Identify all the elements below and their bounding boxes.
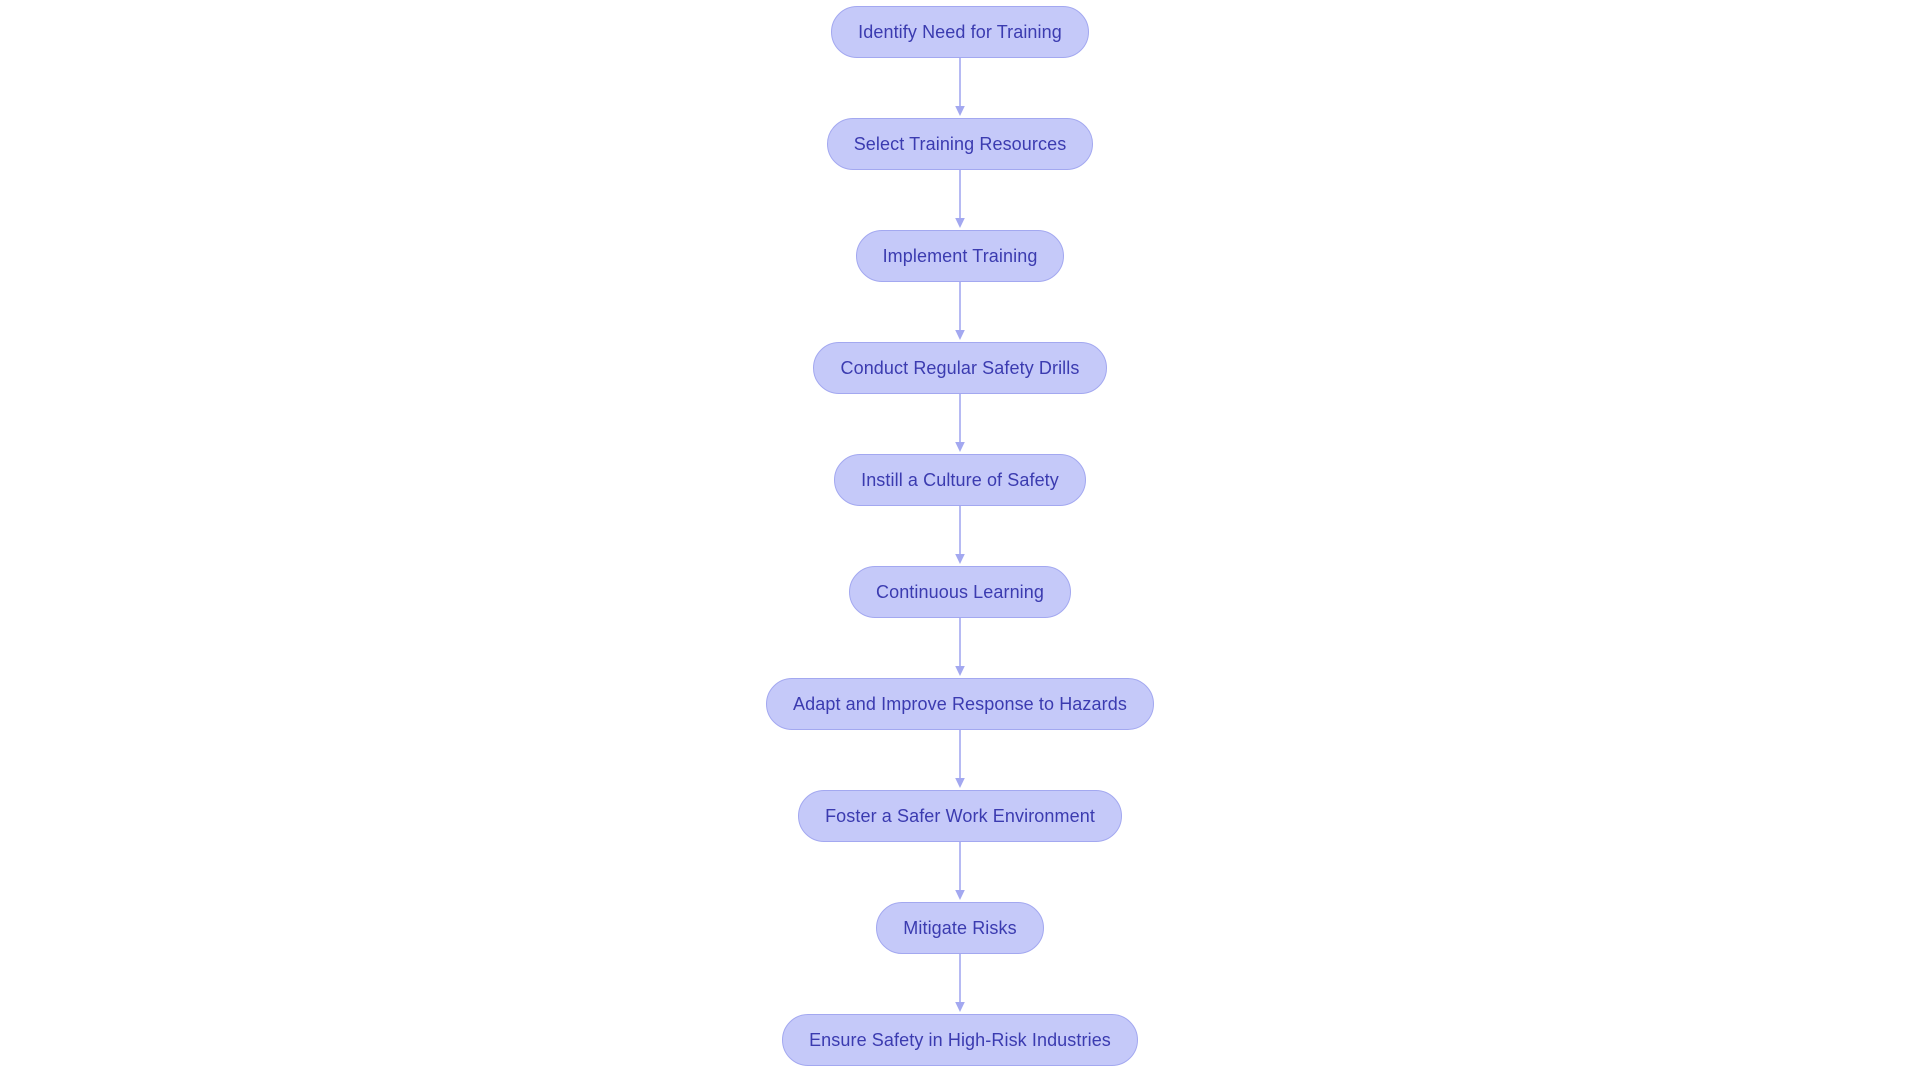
flow-arrow-adapt-and-improve-response-to-hazards-to-foster-a-safer-work-environment — [955, 730, 965, 788]
flow-node-foster-a-safer-work-environment[interactable]: Foster a Safer Work Environment — [798, 790, 1122, 842]
flowchart-canvas: Identify Need for Training Select Trainin… — [0, 0, 1920, 1080]
flow-arrow-foster-a-safer-work-environment-to-mitigate-risks — [955, 842, 965, 900]
flow-node-adapt-and-improve-response-to-hazards[interactable]: Adapt and Improve Response to Hazards — [766, 678, 1154, 730]
flow-arrow-mitigate-risks-to-ensure-safety-in-high-risk-industries — [955, 954, 965, 1012]
flow-node-implement-training[interactable]: Implement Training — [855, 230, 1065, 282]
flowchart-node-column: Identify Need for Training Select Trainin… — [0, 0, 1920, 1080]
flow-node-select-training-resources[interactable]: Select Training Resources — [826, 118, 1094, 170]
flow-node-conduct-regular-safety-drills[interactable]: Conduct Regular Safety Drills — [813, 342, 1107, 394]
flow-node-continuous-learning[interactable]: Continuous Learning — [848, 566, 1072, 618]
flow-arrow-continuous-learning-to-adapt-and-improve-response-to-hazards — [955, 618, 965, 676]
flow-node-instill-a-culture-of-safety[interactable]: Instill a Culture of Safety — [834, 454, 1086, 506]
flow-node-identify-need-for-training[interactable]: Identify Need for Training — [831, 6, 1089, 58]
flow-arrow-select-training-resources-to-implement-training — [955, 170, 965, 228]
flow-arrow-identify-need-for-training-to-select-training-resources — [955, 58, 965, 116]
flow-arrow-conduct-regular-safety-drills-to-instill-a-culture-of-safety — [955, 394, 965, 452]
flow-arrow-implement-training-to-conduct-regular-safety-drills — [955, 282, 965, 340]
flow-node-ensure-safety-in-high-risk-industries[interactable]: Ensure Safety in High-Risk Industries — [782, 1014, 1138, 1066]
flow-arrow-instill-a-culture-of-safety-to-continuous-learning — [955, 506, 965, 564]
flow-node-mitigate-risks[interactable]: Mitigate Risks — [876, 902, 1044, 954]
